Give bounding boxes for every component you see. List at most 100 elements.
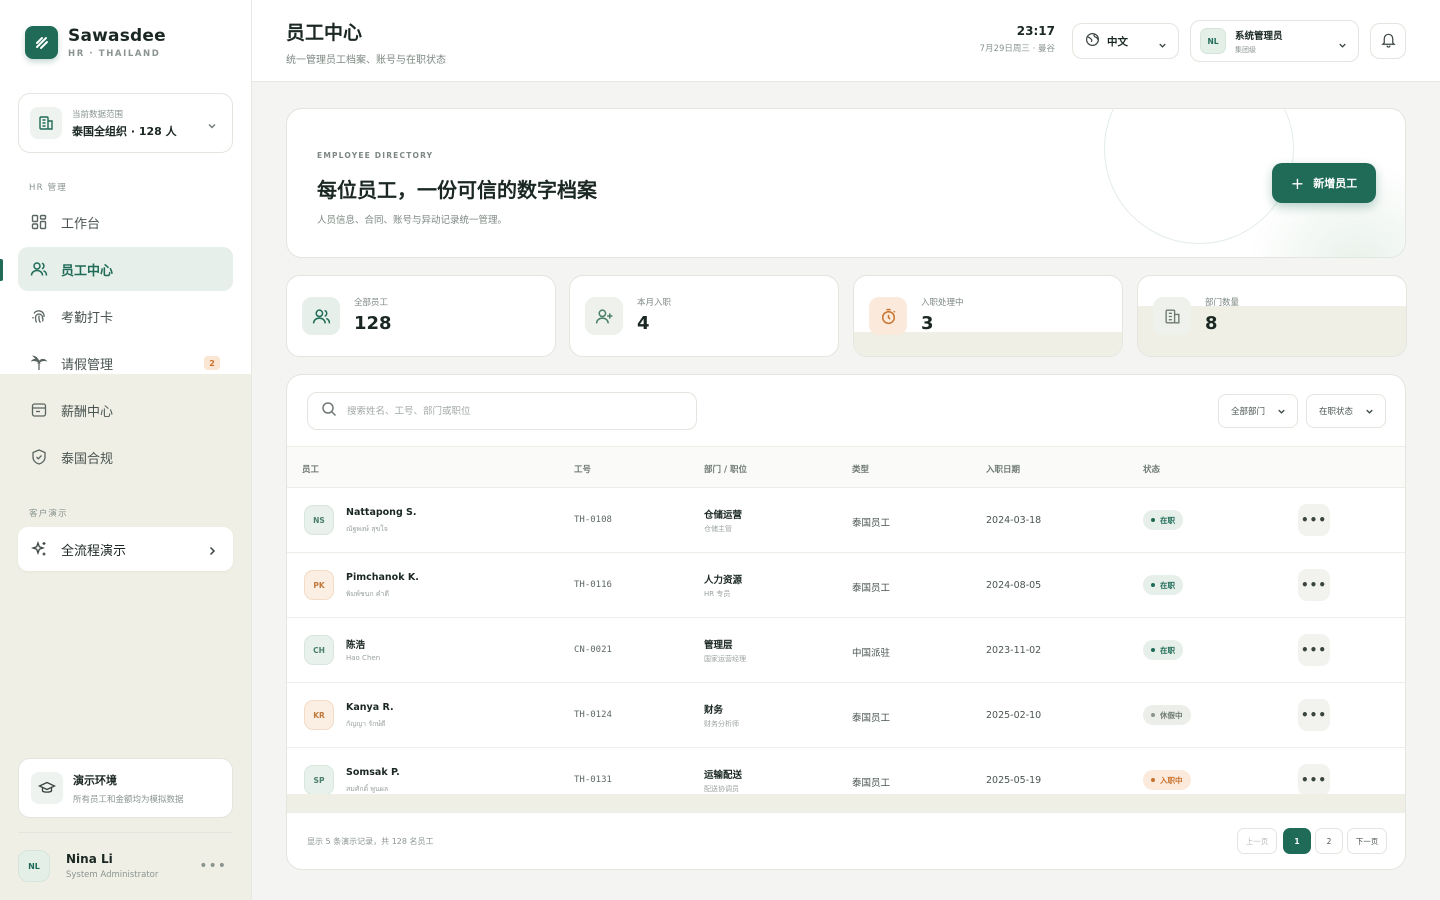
sidebar-item-label: 泰国合规 — [61, 451, 114, 467]
employee-native-name: พิมพ์ชนก คำดี — [346, 590, 390, 598]
sidebar-item-label: 考勤打卡 — [61, 310, 114, 326]
notifications-button[interactable] — [1370, 23, 1406, 59]
employee-table-card: 全部部门 在职状态 员工 工号 部门 / 职位 类型 入职日期 状态 NS Na… — [286, 374, 1406, 870]
status-text: 入职中 — [1160, 775, 1183, 785]
row-actions-button[interactable]: ••• — [1298, 504, 1330, 536]
status-filter-label: 在职状态 — [1319, 407, 1354, 417]
section-label-hr: HR 管理 — [29, 183, 67, 193]
divider — [18, 832, 233, 833]
more-horizontal-icon[interactable]: ••• — [199, 858, 227, 874]
employee-name: 陈浩 — [346, 640, 366, 651]
account-menu[interactable]: NL 系统管理员 集团级 — [1190, 20, 1359, 62]
scope-value: 泰国全组织 · 128 人 — [72, 124, 177, 138]
column-header: 工号 — [574, 465, 592, 475]
chevron-down-icon — [1157, 36, 1168, 55]
more-horizontal-icon: ••• — [1300, 513, 1327, 527]
employee-native-name: Hao Chen — [346, 654, 381, 662]
table-row[interactable]: KR Kanya R. กัญญา รักษ์ดี TH-0124 财务 财务分… — [287, 683, 1405, 748]
leave-count-badge: 2 — [204, 356, 220, 370]
sidebar-item-label: 全流程演示 — [61, 543, 127, 559]
row-actions-button[interactable]: ••• — [1298, 764, 1330, 796]
table-row[interactable]: NS Nattapong S. ณัฐพงษ์ สุขใจ TH-0108 仓储… — [287, 488, 1405, 553]
hire-date: 2024-08-05 — [986, 580, 1042, 591]
current-user-card[interactable]: NL Nina Li System Administrator ••• — [18, 846, 233, 886]
page-button-2[interactable]: 2 — [1315, 828, 1343, 854]
table-row[interactable]: CH 陈浩 Hao Chen CN-0021 管理层 国家运营经理 中国派驻 2… — [287, 618, 1405, 683]
employee-name: Somsak P. — [346, 767, 400, 778]
sidebar-item-employees[interactable]: 员工中心 — [18, 247, 233, 291]
brand-subtitle: HR · THAILAND — [68, 49, 161, 59]
stat-label: 入职处理中 — [921, 298, 964, 308]
next-page-button[interactable]: 下一页 — [1347, 828, 1387, 854]
sidebar-item-compliance[interactable]: 泰国合规 — [18, 435, 233, 479]
avatar: KR — [304, 700, 334, 730]
employee-department: 人力资源 — [704, 575, 743, 586]
sidebar-item-label: 请假管理 — [61, 357, 114, 373]
brand[interactable]: Sawasdee HR · THAILAND — [25, 26, 166, 59]
row-actions-button[interactable]: ••• — [1298, 634, 1330, 666]
demo-environment-card: 演示环境 所有员工和金额均为模拟数据 — [18, 758, 233, 818]
status-badge: 休假中 — [1143, 705, 1191, 725]
employee-department: 管理层 — [704, 640, 733, 651]
search-input[interactable] — [347, 405, 677, 417]
fingerprint-icon — [30, 307, 48, 325]
more-horizontal-icon: ••• — [1300, 578, 1327, 592]
employee-type: 泰国员工 — [852, 713, 891, 724]
globe-icon — [1085, 32, 1100, 51]
shield-icon — [30, 448, 48, 466]
column-header: 类型 — [852, 465, 870, 475]
status-badge: 在职 — [1143, 510, 1183, 530]
row-actions-button[interactable]: ••• — [1298, 569, 1330, 601]
sidebar-item-attendance[interactable]: 考勤打卡 — [18, 294, 233, 338]
avatar: NL — [1200, 28, 1226, 54]
sidebar-item-leave[interactable]: 请假管理 2 — [18, 341, 233, 385]
language-select[interactable]: 中文 — [1072, 23, 1179, 59]
clock: 23:17 7月29日周三 · 曼谷 — [980, 24, 1055, 54]
status-filter[interactable]: 在职状态 — [1306, 394, 1386, 428]
stat-value: 128 — [354, 313, 392, 334]
table-row[interactable]: PK Pimchanok K. พิมพ์ชนก คำดี TH-0116 人力… — [287, 553, 1405, 618]
data-scope-selector[interactable]: 当前数据范围 泰国全组织 · 128 人 — [18, 93, 233, 153]
sparkles-icon — [30, 540, 48, 558]
plus-icon: + — [1290, 173, 1305, 193]
row-actions-button[interactable]: ••• — [1298, 699, 1330, 731]
more-horizontal-icon: ••• — [1300, 643, 1327, 657]
building-icon — [1153, 297, 1191, 335]
sidebar-item-dashboard[interactable]: 工作台 — [18, 200, 233, 244]
employee-native-name: กัญญา รักษ์ดี — [346, 720, 386, 728]
active-indicator — [0, 259, 3, 281]
employee-type: 泰国员工 — [852, 778, 891, 789]
users-icon — [302, 297, 340, 335]
table-header: 员工 工号 部门 / 职位 类型 入职日期 状态 — [287, 446, 1405, 488]
panel-shade — [287, 794, 1405, 812]
search-box[interactable] — [307, 392, 697, 430]
employee-type: 泰国员工 — [852, 583, 891, 594]
table-summary: 显示 5 条演示记录，共 128 名员工 — [307, 837, 434, 846]
stat-card-new-hires: 本月入职 4 — [569, 275, 839, 357]
user-role: System Administrator — [66, 870, 159, 880]
section-label-demo: 客户演示 — [29, 509, 68, 519]
status-text: 在职 — [1160, 645, 1175, 655]
employee-role: HR 专员 — [704, 590, 731, 598]
dashboard-icon — [30, 213, 48, 231]
sidebar: Sawasdee HR · THAILAND 当前数据范围 泰国全组织 · 12… — [0, 0, 252, 900]
account-name: 系统管理员 — [1235, 30, 1283, 42]
more-horizontal-icon: ••• — [1300, 773, 1327, 787]
column-header: 员工 — [302, 465, 320, 475]
search-icon — [321, 401, 337, 421]
employee-name: Nattapong S. — [346, 507, 417, 518]
stat-value: 8 — [1205, 313, 1218, 334]
page-button-1[interactable]: 1 — [1283, 828, 1311, 854]
employee-name: Pimchanok K. — [346, 572, 419, 583]
avatar: CH — [304, 635, 334, 665]
sidebar-item-demo-flow[interactable]: 全流程演示 — [18, 527, 233, 571]
sidebar-item-payroll[interactable]: 薪酬中心 — [18, 388, 233, 432]
page-subtitle: 统一管理员工档案、账号与在职状态 — [286, 55, 446, 66]
hire-date: 2025-05-19 — [986, 775, 1042, 786]
add-employee-button[interactable]: + 新增员工 — [1272, 163, 1376, 203]
prev-page-button[interactable]: 上一页 — [1237, 828, 1277, 854]
top-header: 员工中心 统一管理员工档案、账号与在职状态 23:17 7月29日周三 · 曼谷… — [252, 0, 1440, 82]
avatar: NS — [304, 505, 334, 535]
department-filter[interactable]: 全部部门 — [1218, 394, 1298, 428]
account-level: 集团级 — [1235, 45, 1256, 54]
